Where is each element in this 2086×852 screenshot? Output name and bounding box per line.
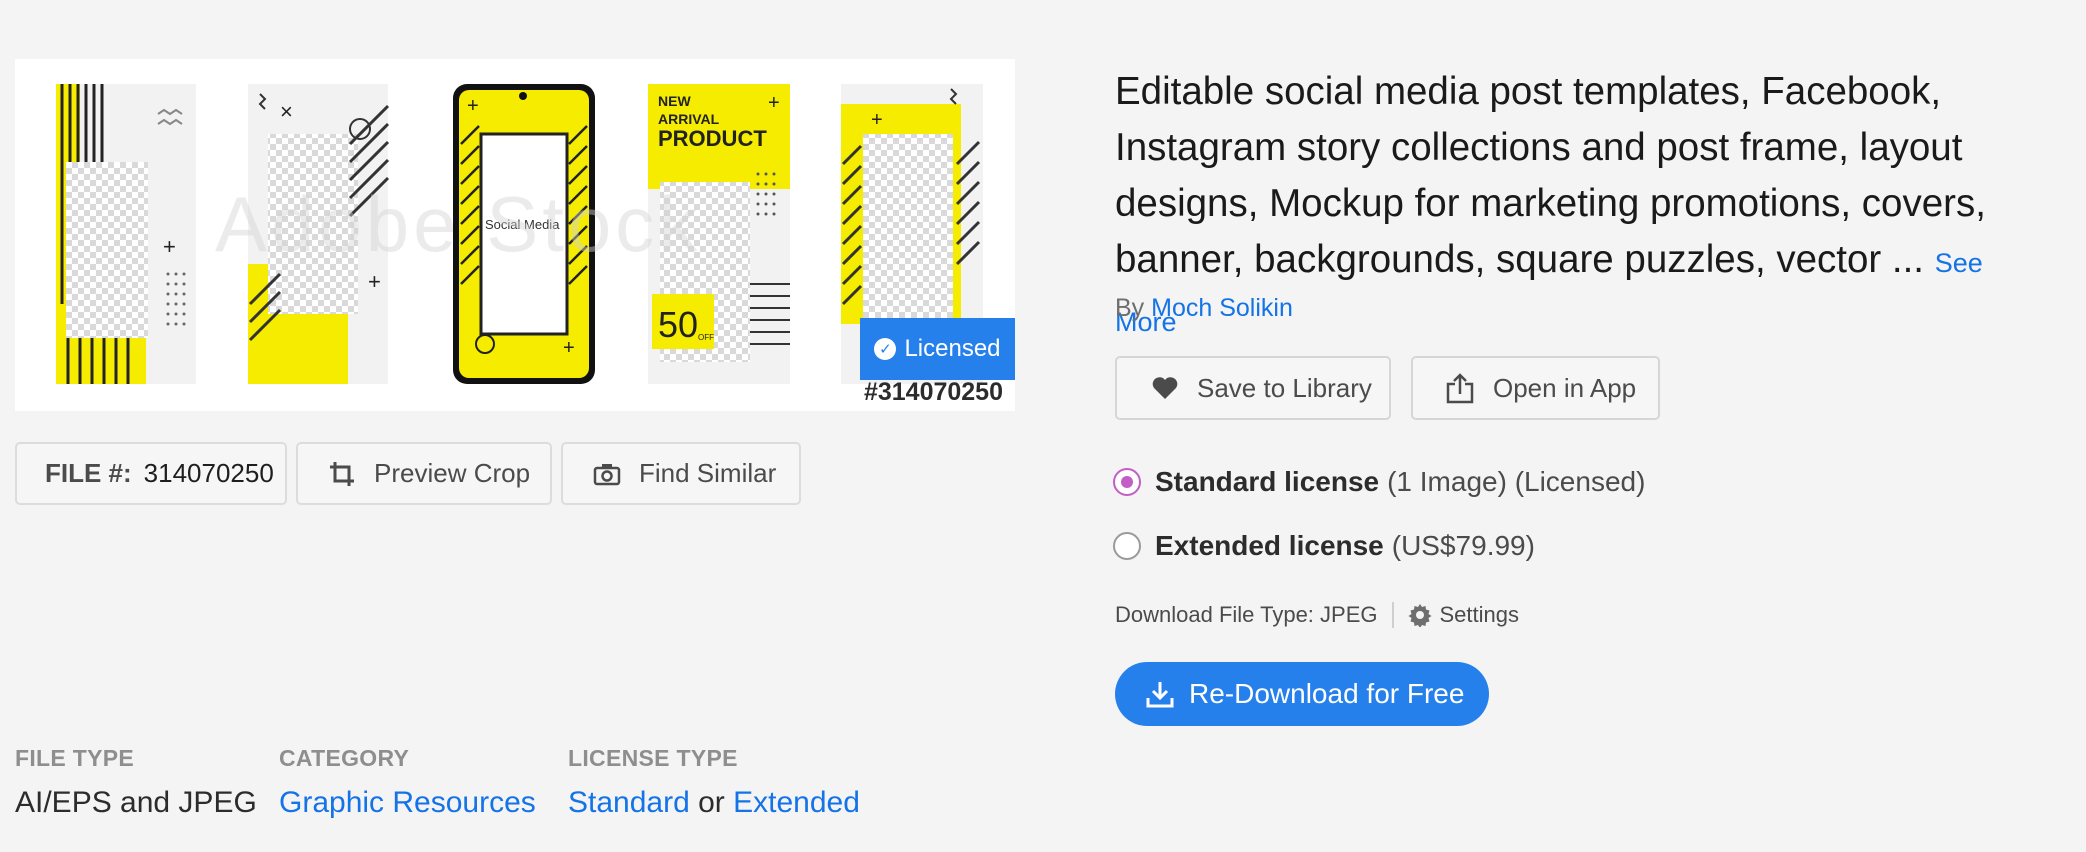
svg-text:ARRIVAL: ARRIVAL [658, 111, 720, 127]
standard-license-label: Standard license [1155, 466, 1380, 497]
extended-license-price: (US$79.99) [1391, 530, 1535, 561]
category-link[interactable]: Graphic Resources [279, 786, 536, 819]
svg-text:+: + [368, 269, 381, 294]
svg-text:Social Media: Social Media [485, 217, 560, 232]
share-icon [1446, 373, 1474, 404]
extended-license-label: Extended license [1155, 530, 1384, 561]
category-heading: CATEGORY [279, 745, 410, 771]
svg-text:×: × [280, 99, 293, 124]
file-type-value: AI/EPS and JPEG [15, 786, 257, 819]
crop-icon [330, 461, 354, 486]
meta-file-type: FILE TYPE AI/EPS and JPEG [15, 745, 257, 820]
preview-actions: FILE #: 314070250 Preview Crop Find Simi… [15, 442, 801, 505]
thumb-new-arrival: NEW ARRIVAL PRODUCT + 50 OFF [648, 84, 790, 384]
thumb-phone-mockup: Social Media + + [453, 84, 595, 384]
download-file-type: Download File Type: JPEG Settings [1115, 602, 1519, 628]
check-circle-icon: ✓ [874, 338, 897, 360]
licensed-badge: ✓ Licensed [860, 318, 1015, 380]
meta-license-type: LICENSE TYPE Standard or Extended [568, 745, 860, 820]
author-link[interactable]: Moch Solikin [1151, 294, 1293, 322]
download-file-type-text: Download File Type: JPEG [1115, 602, 1378, 627]
svg-text:50: 50 [658, 304, 698, 345]
open-in-app-button[interactable]: Open in App [1411, 356, 1660, 420]
file-number-value: 314070250 [143, 458, 274, 488]
extended-license-radio[interactable] [1113, 532, 1141, 560]
standard-license-radio[interactable] [1113, 468, 1141, 496]
find-similar-label: Find Similar [639, 458, 777, 488]
heart-icon [1152, 377, 1178, 399]
svg-text:NEW: NEW [658, 93, 691, 109]
meta-category: CATEGORY Graphic Resources [279, 745, 536, 820]
svg-text:PRODUCT: PRODUCT [658, 126, 767, 151]
settings-label: Settings [1439, 602, 1520, 627]
asset-title-text: Editable social media post templates, Fa… [1115, 70, 1986, 281]
standard-license-option[interactable]: Standard license (1 Image) (Licensed) [1113, 466, 1645, 498]
standard-license-detail: (1 Image) (Licensed) [1387, 466, 1646, 497]
redownload-button[interactable]: Re-Download for Free [1115, 662, 1489, 726]
file-number-box[interactable]: FILE #: 314070250 [15, 442, 287, 505]
svg-text:+: + [163, 234, 176, 259]
license-or-text: or [698, 786, 725, 819]
thumb-template-1: + [56, 84, 196, 384]
preview-image[interactable]: + × + Social Media + + NEW ARRIVAL PRODU… [15, 59, 1015, 411]
settings-link[interactable]: Settings [1408, 602, 1520, 628]
asset-actions: Save to Library Open in App [1115, 356, 1660, 420]
svg-text:+: + [563, 337, 575, 359]
preview-crop-label: Preview Crop [374, 458, 531, 488]
file-number-label: FILE #: [45, 458, 132, 488]
by-label: By [1115, 294, 1145, 322]
gear-icon [1408, 604, 1431, 627]
save-to-library-button[interactable]: Save to Library [1115, 356, 1391, 420]
camera-icon [593, 463, 621, 485]
thumb-template-2: × + [248, 84, 390, 384]
license-type-heading: LICENSE TYPE [568, 745, 738, 771]
save-to-library-label: Save to Library [1197, 372, 1372, 403]
extended-license-option[interactable]: Extended license (US$79.99) [1113, 530, 1535, 562]
svg-text:+: + [467, 95, 479, 117]
extended-license-link[interactable]: Extended [733, 786, 860, 819]
svg-text:+: + [871, 109, 883, 131]
svg-text:+: + [768, 92, 780, 114]
author-byline: By Moch Solikin [1115, 294, 1293, 323]
licensed-badge-label: Licensed [904, 335, 1001, 362]
open-in-app-label: Open in App [1493, 372, 1637, 403]
find-similar-button[interactable]: Find Similar [561, 442, 801, 505]
redownload-label: Re-Download for Free [1189, 678, 1465, 709]
svg-text:OFF: OFF [698, 333, 714, 342]
file-type-heading: FILE TYPE [15, 745, 134, 771]
divider [1391, 602, 1394, 628]
file-number-overlay: #314070250 [863, 378, 1003, 406]
preview-crop-button[interactable]: Preview Crop [296, 442, 552, 505]
standard-license-link[interactable]: Standard [568, 786, 690, 819]
download-icon [1146, 682, 1174, 708]
